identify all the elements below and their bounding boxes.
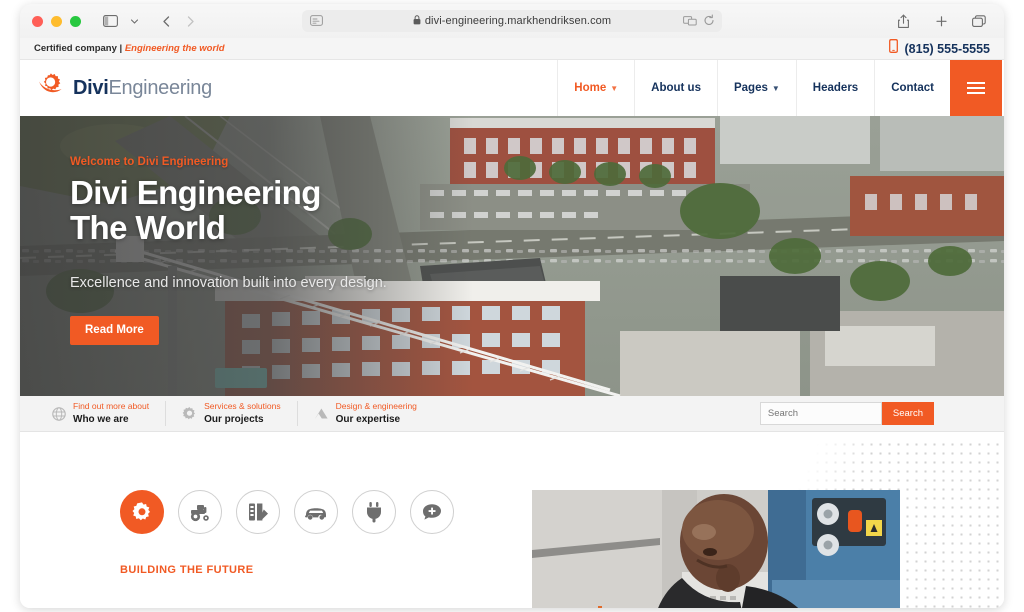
service-icon-tractor[interactable] bbox=[178, 490, 222, 534]
service-icon-gear[interactable] bbox=[120, 490, 164, 534]
service-icon-car[interactable] bbox=[294, 490, 338, 534]
web-page-content: Certified company | Engineering the worl… bbox=[20, 38, 1004, 608]
site-header: DiviEngineering Home ▼ About us Pages ▼ … bbox=[22, 60, 1002, 116]
url-label: divi-engineering.markhendriksen.com bbox=[425, 15, 611, 27]
hero-subtitle: Excellence and innovation built into eve… bbox=[70, 274, 400, 294]
new-tab-icon[interactable] bbox=[930, 10, 952, 32]
search-button[interactable]: Search bbox=[882, 402, 934, 425]
chevron-down-icon: ▼ bbox=[772, 84, 780, 93]
nav-label: Contact bbox=[891, 82, 934, 94]
worker-photo bbox=[532, 490, 900, 608]
hero-kicker: Welcome to Divi Engineering bbox=[70, 156, 400, 168]
url-text-group: divi-engineering.markhendriksen.com bbox=[413, 15, 611, 28]
feature-our-expertise[interactable]: Design & engineering Our expertise bbox=[297, 401, 433, 425]
chevron-down-icon: ▼ bbox=[610, 84, 618, 93]
feature-subtitle: Find out more about bbox=[73, 401, 149, 412]
feature-title: Our expertise bbox=[336, 413, 417, 426]
maximize-window-button[interactable] bbox=[70, 16, 81, 27]
search-input[interactable] bbox=[760, 402, 882, 425]
brand-wordmark: DiviEngineering bbox=[73, 77, 212, 100]
service-icon-paint-swatch[interactable] bbox=[236, 490, 280, 534]
burger-line bbox=[967, 87, 985, 89]
close-window-button[interactable] bbox=[32, 16, 43, 27]
sidebar-toggle-icon[interactable] bbox=[99, 10, 121, 32]
feature-text-group: Design & engineering Our expertise bbox=[336, 401, 417, 425]
search-form: Search bbox=[760, 402, 934, 425]
nav-item-home[interactable]: Home ▼ bbox=[557, 60, 634, 116]
address-bar-actions bbox=[683, 14, 715, 30]
hero-section: Welcome to Divi Engineering Divi Enginee… bbox=[20, 116, 1004, 396]
certified-text-group: Certified company | Engineering the worl… bbox=[34, 43, 225, 54]
read-more-button[interactable]: Read More bbox=[70, 316, 159, 345]
reload-icon[interactable] bbox=[703, 14, 715, 30]
share-icon[interactable] bbox=[892, 10, 914, 32]
site-top-bar: Certified company | Engineering the worl… bbox=[20, 38, 1004, 60]
minimize-window-button[interactable] bbox=[51, 16, 62, 27]
feature-title: Who we are bbox=[73, 413, 149, 426]
burger-line bbox=[967, 92, 985, 94]
hero-title-line-1: Divi Engineering bbox=[70, 176, 400, 211]
burger-line bbox=[967, 82, 985, 84]
feature-strip: Find out more about Who we are Services … bbox=[20, 396, 1004, 432]
phone-group[interactable]: (815) 555-5555 bbox=[889, 39, 990, 58]
feature-text-group: Services & solutions Our projects bbox=[204, 401, 281, 425]
forward-arrow-icon[interactable] bbox=[179, 10, 201, 32]
main-navigation: Home ▼ About us Pages ▼ Headers Contact bbox=[557, 60, 1002, 116]
nav-label: About us bbox=[651, 82, 701, 94]
window-traffic-lights bbox=[32, 16, 81, 27]
hero-title: Divi Engineering The World bbox=[70, 176, 400, 246]
address-bar[interactable]: divi-engineering.markhendriksen.com bbox=[302, 10, 722, 32]
service-icon-power-plug[interactable] bbox=[352, 490, 396, 534]
certified-label: Certified company | bbox=[34, 43, 122, 54]
navigation-controls bbox=[99, 10, 201, 32]
mountain-icon bbox=[314, 407, 329, 420]
building-the-future-heading: BUILDING THE FUTURE bbox=[120, 564, 253, 576]
tab-overview-icon[interactable] bbox=[968, 10, 990, 32]
nav-item-about-us[interactable]: About us bbox=[634, 60, 717, 116]
extensions-icon[interactable] bbox=[683, 14, 697, 30]
service-icon-row bbox=[120, 490, 454, 534]
lock-icon bbox=[413, 15, 421, 28]
hero-content: Welcome to Divi Engineering Divi Enginee… bbox=[70, 156, 400, 345]
browser-window: divi-engineering.markhendriksen.com bbox=[20, 4, 1004, 608]
chevron-down-icon[interactable] bbox=[123, 10, 145, 32]
nav-label: Headers bbox=[813, 82, 858, 94]
services-section: BUILDING THE FUTURE bbox=[20, 432, 1004, 608]
back-arrow-icon[interactable] bbox=[155, 10, 177, 32]
feature-subtitle: Services & solutions bbox=[204, 401, 281, 412]
phone-number[interactable]: (815) 555-5555 bbox=[905, 42, 990, 56]
browser-toolbar: divi-engineering.markhendriksen.com bbox=[20, 4, 1004, 38]
gear-logo-icon bbox=[36, 72, 66, 105]
toolbar-right-actions bbox=[892, 10, 990, 32]
nav-item-headers[interactable]: Headers bbox=[796, 60, 874, 116]
brand-name-light: Engineering bbox=[108, 77, 211, 99]
nav-label: Home bbox=[574, 82, 606, 94]
feature-text-group: Find out more about Who we are bbox=[73, 401, 149, 425]
feature-subtitle: Design & engineering bbox=[336, 401, 417, 412]
gear-icon bbox=[182, 406, 197, 421]
industrial-worker-image bbox=[532, 490, 900, 608]
mobile-phone-icon bbox=[889, 39, 898, 58]
feature-our-projects[interactable]: Services & solutions Our projects bbox=[165, 401, 297, 425]
page-format-icon[interactable] bbox=[310, 14, 323, 30]
site-logo[interactable]: DiviEngineering bbox=[22, 60, 212, 116]
nav-item-pages[interactable]: Pages ▼ bbox=[717, 60, 796, 116]
feature-title: Our projects bbox=[204, 413, 281, 426]
hamburger-menu-icon[interactable] bbox=[950, 60, 1002, 116]
feature-who-we-are[interactable]: Find out more about Who we are bbox=[36, 401, 165, 425]
globe-icon bbox=[52, 407, 66, 421]
nav-label: Pages bbox=[734, 82, 768, 94]
hero-title-line-2: The World bbox=[70, 211, 400, 246]
nav-item-contact[interactable]: Contact bbox=[874, 60, 950, 116]
service-icon-chat-plus[interactable] bbox=[410, 490, 454, 534]
brand-name-bold: Divi bbox=[73, 77, 108, 99]
tagline-label: Engineering the world bbox=[125, 43, 225, 54]
